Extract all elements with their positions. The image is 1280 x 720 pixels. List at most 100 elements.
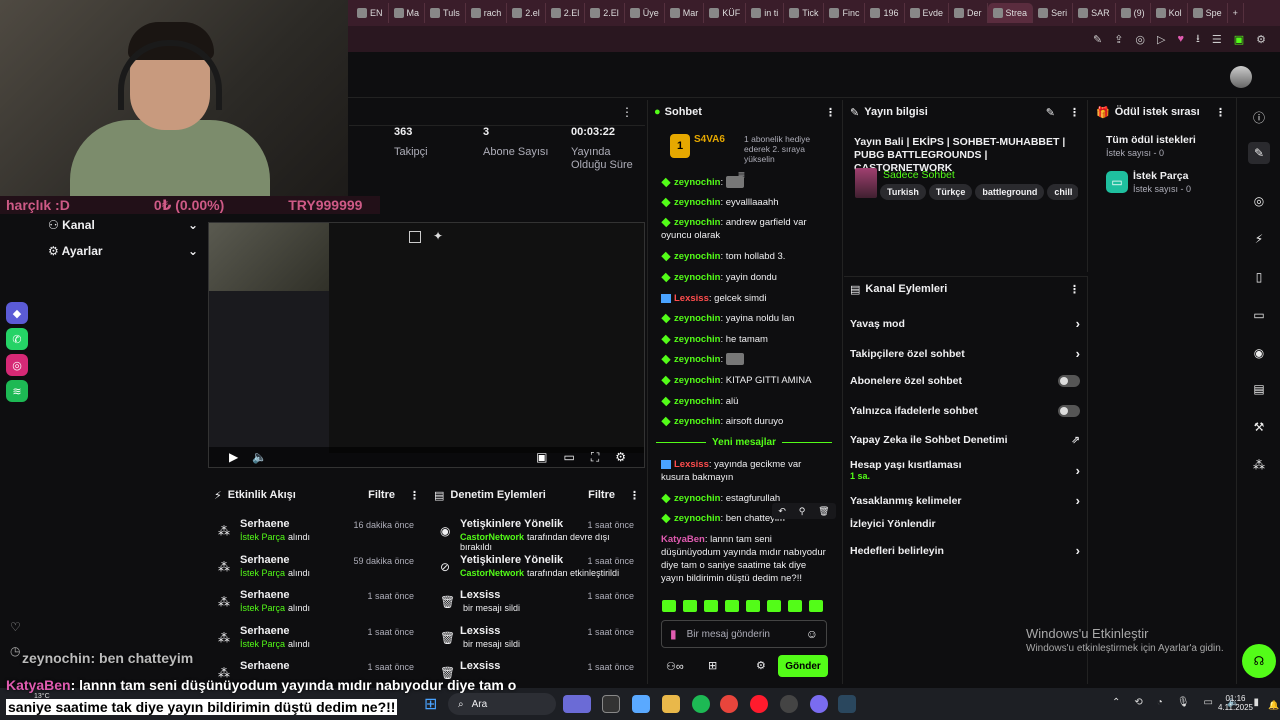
shortcut-icon[interactable]: ◆ — [6, 302, 28, 324]
wrench-icon[interactable]: ⚒ — [1248, 416, 1270, 438]
trash-icon[interactable]: 🗑 — [818, 506, 829, 517]
download-icon[interactable]: ⭳ — [1196, 30, 1200, 49]
chat-message[interactable]: zeynochin: yayin dondu — [661, 271, 831, 284]
emote-icon[interactable] — [683, 600, 697, 612]
extension-icon[interactable]: ▣ — [1234, 33, 1244, 46]
channel-action-row[interactable]: Abonelere özel sohbet — [850, 375, 1080, 387]
chat-message[interactable]: zeynochin: he tamam — [661, 333, 831, 346]
browser-tab[interactable]: Tuls — [425, 3, 466, 23]
instagram-icon[interactable]: ◎ — [6, 354, 28, 376]
chat-message[interactable]: zeynochin: airsoft duruyo — [661, 415, 831, 428]
user-avatar[interactable] — [1230, 66, 1252, 88]
chat-username[interactable]: zeynochin — [674, 416, 720, 427]
pencil-icon[interactable]: ✎ — [1248, 142, 1270, 164]
steam-icon[interactable] — [838, 695, 856, 713]
edit-icon[interactable]: ✎ — [1046, 106, 1055, 119]
share-icon[interactable]: ⇪ — [1114, 33, 1123, 46]
browser-tab[interactable]: (9) — [1116, 3, 1151, 23]
tag-chip[interactable]: Turkish — [880, 184, 926, 200]
tag-chip[interactable]: chill — [1047, 184, 1078, 200]
chat-message[interactable]: zeynochin: andrew garfield var oyuncu ol… — [661, 216, 831, 242]
sidebar-item-ayarlar[interactable]: ⚙ Ayarlar ⌄ — [48, 244, 198, 258]
chat-username[interactable]: zeynochin — [674, 396, 720, 407]
chat-message[interactable]: zeynochin: — [661, 176, 831, 189]
chat-message[interactable]: zeynochin: — [661, 353, 831, 366]
app-icon[interactable] — [810, 695, 828, 713]
tag-chip[interactable]: battleground — [975, 184, 1045, 200]
mic-icon[interactable]: ▮ — [670, 627, 677, 641]
network-icon[interactable]: ▭ — [1204, 697, 1213, 708]
document-icon[interactable]: ▯ — [1248, 266, 1270, 288]
more-icon[interactable]: ⋮ — [621, 105, 633, 119]
chat-message[interactable]: Lexsiss: yayında gecikme var kusura bakm… — [661, 458, 831, 484]
chat-username[interactable]: zeynochin — [674, 493, 720, 504]
obs-icon[interactable] — [780, 695, 798, 713]
toggle-switch[interactable] — [1058, 405, 1080, 417]
edit-icon[interactable]: ✎ — [1093, 33, 1102, 46]
emote-icon[interactable] — [788, 600, 802, 612]
popout-icon[interactable] — [409, 231, 421, 243]
chat-username[interactable]: zeynochin — [674, 251, 720, 262]
stream-category[interactable]: Sadece Sohbet — [883, 169, 955, 181]
emote-icon[interactable] — [746, 600, 760, 612]
task-view-icon[interactable] — [602, 695, 620, 713]
info-icon[interactable]: ⓘ — [1248, 106, 1270, 128]
play-icon[interactable]: ▶ — [229, 450, 238, 464]
stream-preview[interactable]: ✦ ▶ 🔈 ▣ ▭ ⛶ ⚙ — [208, 222, 645, 468]
channel-action-row[interactable]: Yapay Zeka ile Sohbet Denetimi ⇗ — [850, 434, 1080, 446]
more-icon[interactable]: ⋮ — [825, 106, 836, 119]
chat-message[interactable]: zeynochin: KITAP GITTI AMINA — [661, 374, 831, 387]
more-icon[interactable]: ⋮ — [629, 489, 640, 502]
more-icon[interactable]: ⋮ — [1069, 283, 1080, 296]
all-rewards[interactable]: Tüm ödül istekleri — [1106, 134, 1196, 146]
browser-tab[interactable]: rach — [466, 3, 508, 23]
spotify-icon[interactable] — [692, 695, 710, 713]
fullscreen-icon[interactable]: ⛶ — [591, 450, 599, 465]
broadcast-icon[interactable]: ◉ — [1248, 342, 1270, 364]
browser-tab[interactable]: Üye — [625, 3, 665, 23]
tray-app-icon[interactable]: ⟲ — [1134, 697, 1142, 708]
browser-tab[interactable]: 196 — [865, 3, 905, 23]
chat-users-icon[interactable]: ⚇∞ — [666, 660, 684, 673]
activity-filter-button[interactable]: Filtre — [368, 489, 395, 501]
taskbar-clock[interactable]: 01:16 4.11.2025 — [1218, 694, 1253, 712]
pip-icon[interactable]: ▣ — [536, 450, 547, 464]
chat-message[interactable]: zeynochin: yayina noldu lan — [661, 312, 831, 325]
chat-username[interactable]: zeynochin — [674, 375, 720, 386]
channel-action-row[interactable]: Yasaklanmış kelimeler › — [850, 493, 1080, 508]
chat-username[interactable]: zeynochin — [674, 177, 720, 188]
chevron-up-icon[interactable]: ⌃ — [1112, 697, 1120, 708]
browser-tab[interactable]: Strea — [987, 3, 1034, 23]
emote-icon[interactable] — [704, 600, 718, 612]
activity-user[interactable]: Serhaene — [240, 625, 290, 637]
activity-user[interactable]: Serhaene — [240, 554, 290, 566]
layout-icon[interactable]: ▤ — [1248, 378, 1270, 400]
browser-tab[interactable]: in ti — [746, 3, 785, 23]
browser-tab[interactable]: Tick — [784, 3, 825, 23]
spotify-icon[interactable]: ≋ — [6, 380, 28, 402]
settings-icon[interactable]: ⚙ — [615, 450, 626, 464]
heart-icon[interactable]: ♡ — [10, 620, 21, 634]
emoji-icon[interactable]: ☺ — [806, 627, 818, 641]
pin-icon[interactable]: ⚲ — [799, 506, 806, 517]
taskbar-search[interactable]: ⌕ Ara — [448, 693, 556, 715]
channel-action-row[interactable]: Takipçilere özel sohbet › — [850, 346, 1080, 361]
more-icon[interactable]: ⋮ — [409, 489, 420, 502]
send-button[interactable]: Gönder — [778, 655, 828, 677]
settings-icon[interactable]: ⚙ — [1256, 33, 1266, 46]
browser-tab[interactable]: SAR — [1073, 3, 1116, 23]
volume-icon[interactable]: 🔈 — [252, 450, 267, 464]
mic-icon[interactable]: 🎙 — [1177, 697, 1190, 708]
chat-message[interactable]: Lexsiss: gelcek simdi — [661, 292, 831, 305]
channel-action-row[interactable]: Yalnızca ifadelerle sohbet — [850, 405, 1080, 417]
heart-icon[interactable]: ♥ — [1177, 33, 1184, 45]
clock-icon[interactable]: ◷ — [10, 644, 20, 658]
help-icon[interactable]: ☊ — [1242, 644, 1276, 678]
chat-message[interactable]: zeynochin: tom hollabd 3. — [661, 250, 831, 263]
chat-username[interactable]: zeynochin — [674, 334, 720, 345]
menu-icon[interactable]: ☰ — [1212, 33, 1222, 46]
browser-tab[interactable]: Seri — [1033, 3, 1074, 23]
browser-tab[interactable]: Finc — [824, 3, 866, 23]
browser-tab[interactable]: 2.El — [585, 3, 625, 23]
gift-icon[interactable]: ⊞ — [708, 659, 717, 672]
